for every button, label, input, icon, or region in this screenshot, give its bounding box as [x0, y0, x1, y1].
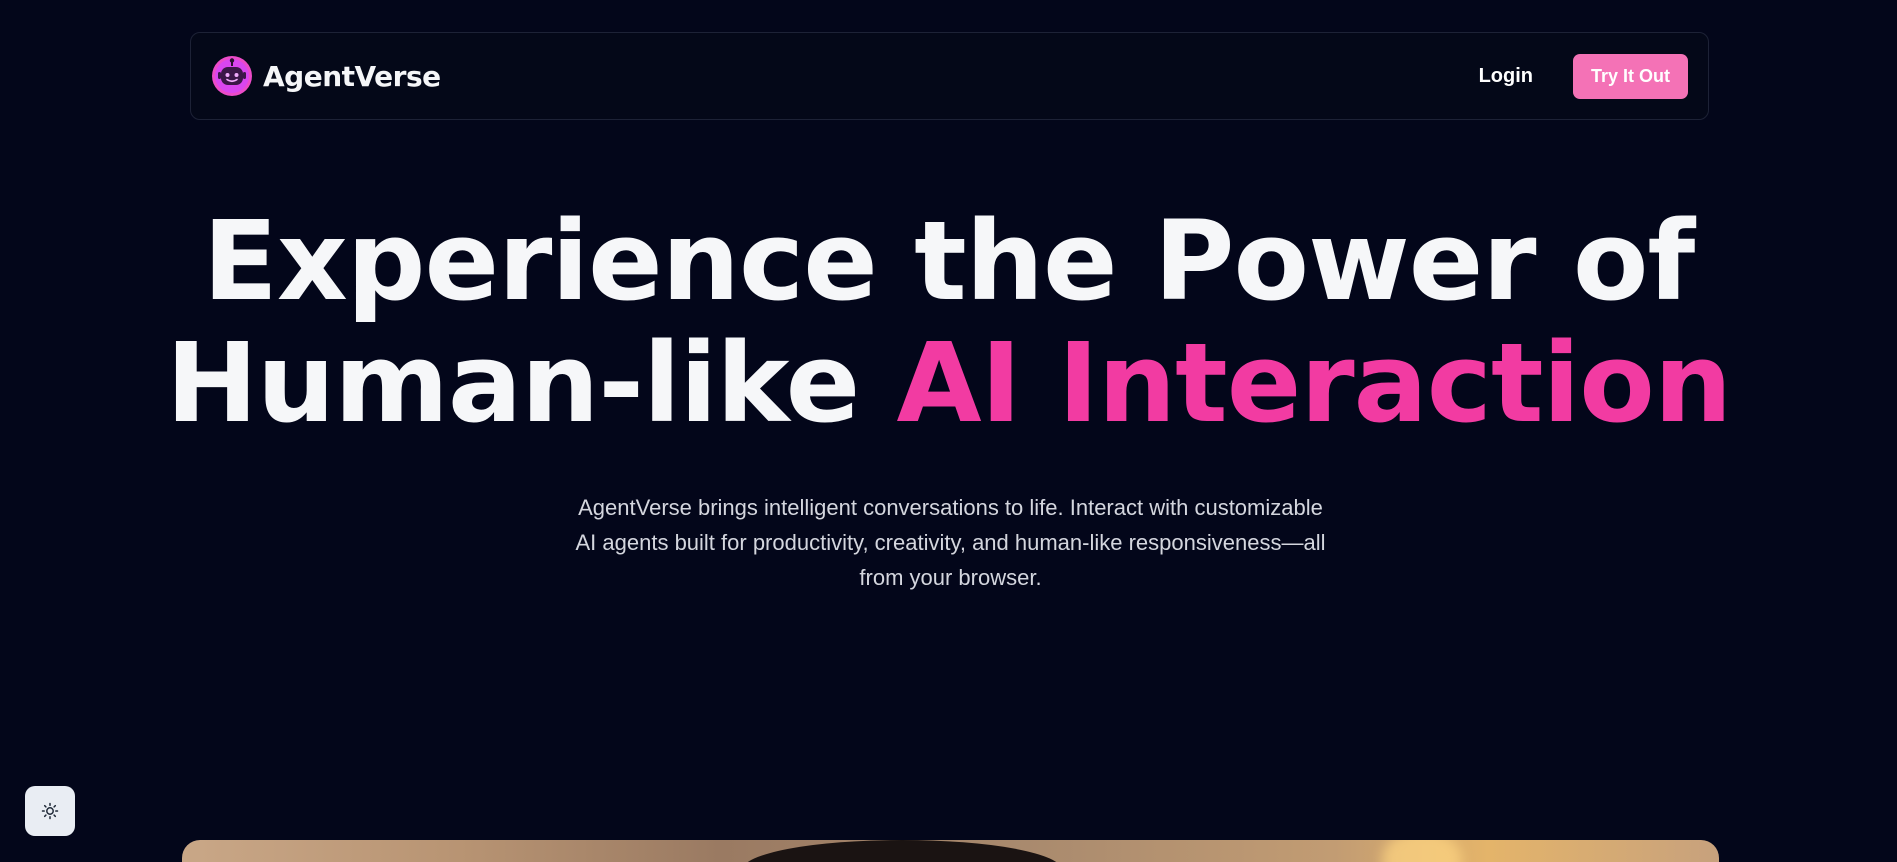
hero-title: Experience the Power of Human-like AI In…: [0, 200, 1897, 444]
landing-page: AgentVerse Login Try It Out Experience t…: [0, 0, 1897, 862]
hero-subtitle: AgentVerse brings intelligent conversati…: [575, 495, 1326, 590]
robot-face-icon: [212, 56, 252, 96]
hero-title-plain: Human-like: [165, 319, 897, 447]
hero-title-line-2: Human-like AI Interaction: [0, 322, 1897, 444]
sun-icon: [41, 802, 59, 820]
login-link[interactable]: Login: [1479, 65, 1533, 88]
brand-name: AgentVerse: [263, 59, 441, 93]
top-navbar: AgentVerse Login Try It Out: [190, 32, 1709, 120]
hero-title-accent: AI Interaction: [896, 319, 1733, 447]
hero-media-preview: [182, 840, 1719, 862]
preview-person-silhouette: [742, 840, 1062, 862]
brand[interactable]: AgentVerse: [211, 55, 441, 97]
hero-title-line-1: Experience the Power of: [202, 197, 1696, 325]
theme-toggle-button[interactable]: [25, 786, 75, 836]
nav-actions: Login Try It Out: [1479, 53, 1688, 99]
preview-light-glow: [1382, 840, 1462, 862]
try-it-out-button[interactable]: Try It Out: [1573, 53, 1688, 99]
